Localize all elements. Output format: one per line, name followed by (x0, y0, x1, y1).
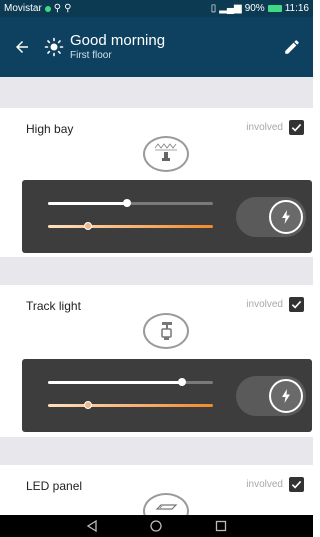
edit-button[interactable] (281, 36, 303, 58)
vibrate-icon: ▯ (210, 3, 217, 14)
carrier-group: Movistar ⚲ ⚲ (4, 3, 71, 14)
header-titles: Good morning First floor (70, 32, 165, 62)
battery-percent: 90% (244, 3, 265, 14)
sun-icon (44, 37, 64, 57)
color-temp-slider[interactable] (48, 225, 213, 228)
involved-label: involved (246, 479, 283, 490)
usb-icon: ⚲ (53, 3, 62, 14)
involved-checkbox[interactable] (289, 297, 304, 312)
led-panel-icon (143, 493, 189, 515)
brightness-slider-knob[interactable] (123, 199, 132, 207)
checkmark-icon (291, 480, 302, 489)
light-name: High bay (26, 122, 74, 136)
power-toggle[interactable] (236, 197, 306, 237)
light-name: LED panel (26, 479, 83, 493)
section-divider (0, 257, 313, 285)
light-row-high-bay[interactable]: High bay involved (0, 108, 313, 180)
checkmark-icon (291, 300, 302, 309)
brightness-slider-fill (48, 202, 128, 205)
back-arrow-icon (16, 41, 28, 53)
power-knob (269, 200, 303, 234)
color-temp-slider-knob[interactable] (83, 401, 92, 409)
color-temp-slider[interactable] (48, 404, 213, 407)
light-name: Track light (26, 299, 81, 313)
lightning-icon (282, 389, 290, 403)
color-temp-slider-knob[interactable] (83, 222, 92, 230)
involved-label: involved (246, 299, 283, 310)
track-light-icon (143, 313, 189, 349)
light-control-panel (22, 180, 312, 253)
power-knob (269, 379, 303, 413)
high-bay-lamp-icon (143, 136, 189, 172)
checkmark-icon (291, 123, 302, 132)
app-bar: Good morning First floor (0, 17, 313, 77)
battery-icon (267, 5, 282, 12)
signal-icon: ▂▄▆ (219, 3, 242, 14)
system-nav-bar (0, 515, 313, 537)
light-control-panel (22, 359, 312, 432)
lightning-icon (282, 210, 290, 224)
light-row-led-panel[interactable]: LED panel involved (0, 465, 313, 515)
light-row-track-light[interactable]: Track light involved (0, 285, 313, 357)
brightness-slider-knob[interactable] (177, 378, 186, 386)
power-toggle[interactable] (236, 376, 306, 416)
brightness-slider-fill (48, 381, 182, 384)
nav-back-icon[interactable] (85, 519, 99, 533)
usb-icon-2: ⚲ (64, 3, 72, 14)
involved-checkbox[interactable] (289, 477, 304, 492)
involved-checkbox[interactable] (289, 120, 304, 135)
nav-home-icon[interactable] (149, 519, 163, 533)
involved-label: involved (246, 122, 283, 133)
status-right: ▯ ▂▄▆ 90% 11:16 (211, 3, 309, 14)
status-bar: Movistar ⚲ ⚲ ▯ ▂▄▆ 90% 11:16 (0, 0, 313, 17)
notification-icon (44, 5, 51, 12)
page-subtitle: First floor (70, 50, 112, 61)
carrier-name: Movistar (4, 3, 42, 14)
nav-recents-icon[interactable] (214, 519, 228, 533)
page-title: Good morning (70, 32, 166, 49)
section-divider (0, 437, 313, 465)
clock: 11:16 (284, 3, 309, 14)
pencil-icon (285, 40, 299, 54)
section-divider (0, 77, 313, 108)
back-button[interactable] (10, 35, 34, 59)
